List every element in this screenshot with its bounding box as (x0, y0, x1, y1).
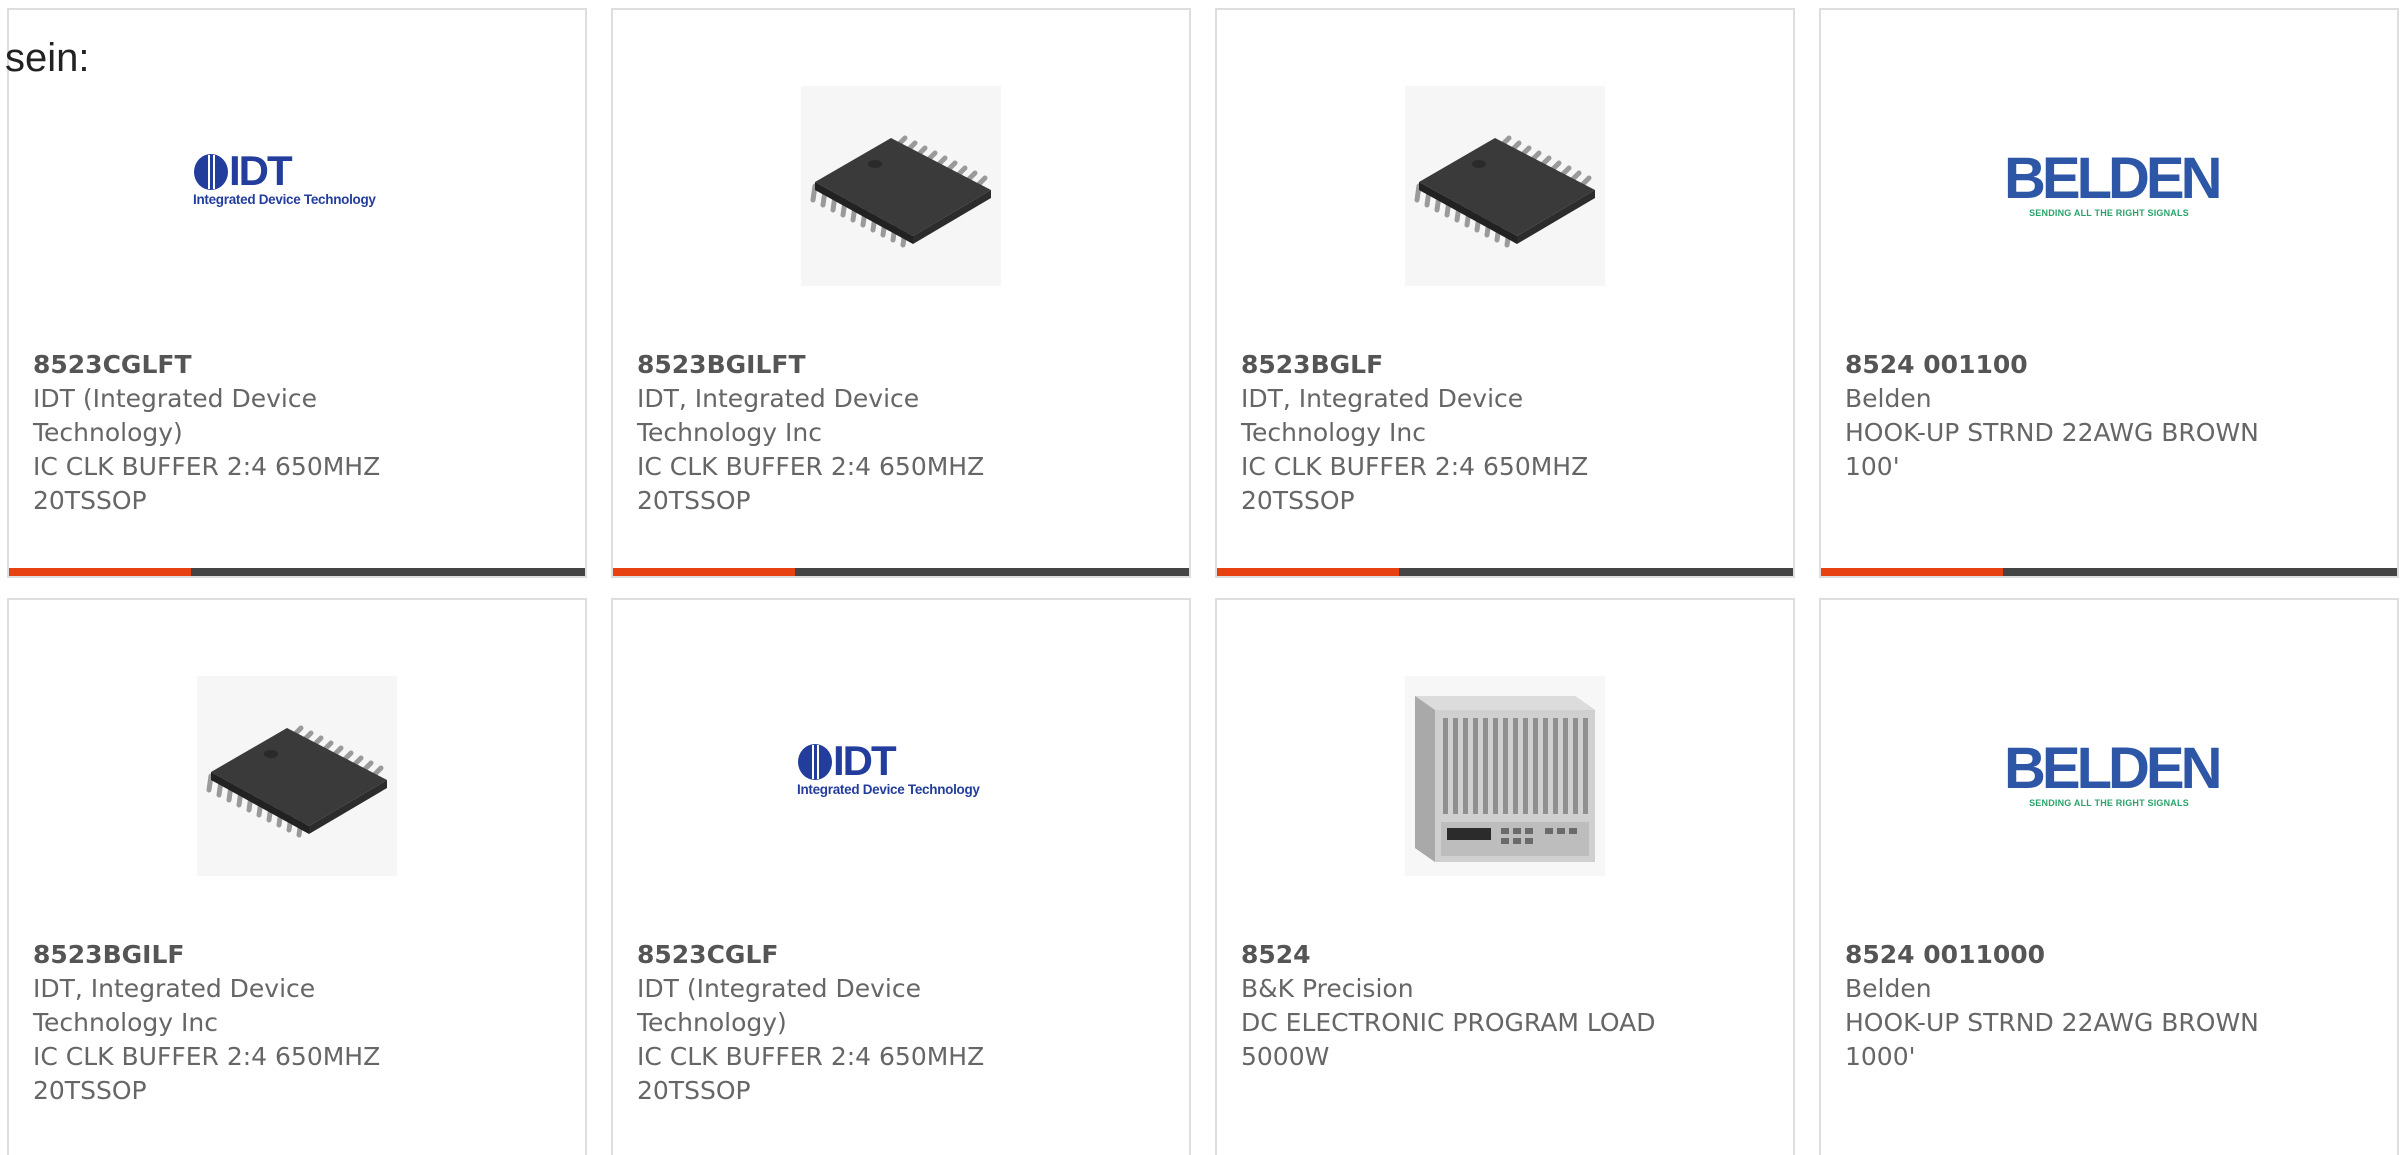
belden-logo: BELDEN SENDING ALL THE RIGHT SIGNALS (2004, 735, 2222, 811)
manufacturer-name: IDT, Integrated Device Technology Inc (1241, 384, 1524, 447)
product-image[interactable] (1217, 668, 1793, 883)
part-number-link[interactable]: 8523BGLF (1241, 348, 1661, 382)
product-grid: IDT Integrated Device Technology 8523CGL… (0, 0, 2400, 1155)
manufacturer-name: IDT, Integrated Device Technology Inc (33, 974, 316, 1037)
part-number-link[interactable]: 8524 (1241, 938, 1661, 972)
part-number-link[interactable]: 8523BGILFT (637, 348, 1057, 382)
idt-logo-word: IDT (833, 736, 897, 784)
part-number-link[interactable]: 8524 001100 (1845, 348, 2265, 382)
manufacturer-name: Belden (1845, 974, 1932, 1003)
heading-fragment: sein: (5, 36, 90, 80)
electronic-load-image (1405, 675, 1605, 876)
card-accent-stripe (9, 568, 191, 576)
product-card[interactable]: BELDEN SENDING ALL THE RIGHT SIGNALS 852… (1819, 598, 2399, 1155)
manufacturer-name: B&K Precision (1241, 974, 1414, 1003)
product-card[interactable]: 8524 B&K Precision DC ELECTRONIC PROGRAM… (1215, 598, 1795, 1155)
card-accent-stripe (1821, 568, 2003, 576)
product-info: 8523CGLFT IDT (Integrated Device Technol… (33, 348, 453, 518)
idt-logo-word: IDT (229, 146, 293, 194)
part-number-link[interactable]: 8523CGLF (637, 938, 1057, 972)
product-info: 8524 0011000 Belden HOOK-UP STRND 22AWG … (1845, 938, 2265, 1074)
belden-logo-word: BELDEN (2004, 735, 2222, 801)
product-image[interactable]: BELDEN SENDING ALL THE RIGHT SIGNALS (1821, 668, 2397, 883)
product-info: 8524 001100 Belden HOOK-UP STRND 22AWG B… (1845, 348, 2265, 484)
product-image[interactable]: IDT Integrated Device Technology (613, 668, 1189, 883)
belden-logo: BELDEN SENDING ALL THE RIGHT SIGNALS (2004, 145, 2222, 221)
card-bottom-bar (9, 568, 585, 576)
product-info: 8523CGLF IDT (Integrated Device Technolo… (637, 938, 1057, 1108)
belden-logo-word: BELDEN (2004, 145, 2222, 211)
idt-logo-tagline: Integrated Device Technology (797, 781, 980, 797)
product-image[interactable]: BELDEN SENDING ALL THE RIGHT SIGNALS (1821, 78, 2397, 293)
idt-logo-mark-icon (798, 743, 832, 780)
part-number-link[interactable]: 8524 0011000 (1845, 938, 2265, 972)
manufacturer-name: Belden (1845, 384, 1932, 413)
product-description: HOOK-UP STRND 22AWG BROWN 1000' (1845, 1008, 2259, 1071)
product-description: IC CLK BUFFER 2:4 650MHZ 20TSSOP (1241, 452, 1589, 515)
product-description: IC CLK BUFFER 2:4 650MHZ 20TSSOP (33, 452, 381, 515)
belden-logo-tagline: SENDING ALL THE RIGHT SIGNALS (2029, 797, 2189, 808)
idt-logo: IDT Integrated Device Technology (795, 737, 1007, 811)
card-bottom-bar (613, 568, 1189, 576)
card-accent-stripe (1217, 568, 1399, 576)
product-description: IC CLK BUFFER 2:4 650MHZ 20TSSOP (637, 1042, 985, 1105)
manufacturer-name: IDT (Integrated Device Technology) (33, 384, 317, 447)
manufacturer-name: IDT (Integrated Device Technology) (637, 974, 921, 1037)
tssop-chip-image (1405, 85, 1605, 286)
product-card[interactable]: 8523BGLF IDT, Integrated Device Technolo… (1215, 8, 1795, 578)
card-bottom-bar (1217, 568, 1793, 576)
product-info: 8523BGILFT IDT, Integrated Device Techno… (637, 348, 1057, 518)
product-info: 8523BGILF IDT, Integrated Device Technol… (33, 938, 453, 1108)
product-card[interactable]: IDT Integrated Device Technology 8523CGL… (611, 598, 1191, 1155)
card-bottom-bar (1821, 568, 2397, 576)
product-description: HOOK-UP STRND 22AWG BROWN 100' (1845, 418, 2259, 481)
belden-logo-tagline: SENDING ALL THE RIGHT SIGNALS (2029, 207, 2189, 218)
product-image[interactable] (9, 668, 585, 883)
product-card[interactable]: 8523BGILF IDT, Integrated Device Technol… (7, 598, 587, 1155)
tssop-chip-image (801, 85, 1001, 286)
part-number-link[interactable]: 8523CGLFT (33, 348, 453, 382)
product-info: 8524 B&K Precision DC ELECTRONIC PROGRAM… (1241, 938, 1661, 1074)
product-image[interactable] (613, 78, 1189, 293)
manufacturer-name: IDT, Integrated Device Technology Inc (637, 384, 920, 447)
product-description: IC CLK BUFFER 2:4 650MHZ 20TSSOP (637, 452, 985, 515)
idt-logo-mark-icon (194, 153, 228, 190)
idt-logo-tagline: Integrated Device Technology (193, 191, 376, 207)
product-image[interactable] (1217, 78, 1793, 293)
card-accent-stripe (613, 568, 795, 576)
product-card[interactable]: IDT Integrated Device Technology 8523CGL… (7, 8, 587, 578)
part-number-link[interactable]: 8523BGILF (33, 938, 453, 972)
product-description: IC CLK BUFFER 2:4 650MHZ 20TSSOP (33, 1042, 381, 1105)
product-info: 8523BGLF IDT, Integrated Device Technolo… (1241, 348, 1661, 518)
idt-logo: IDT Integrated Device Technology (191, 147, 403, 221)
product-card[interactable]: 8523BGILFT IDT, Integrated Device Techno… (611, 8, 1191, 578)
product-image[interactable]: IDT Integrated Device Technology (9, 78, 585, 293)
tssop-chip-image (197, 675, 397, 876)
product-card[interactable]: BELDEN SENDING ALL THE RIGHT SIGNALS 852… (1819, 8, 2399, 578)
product-description: DC ELECTRONIC PROGRAM LOAD 5000W (1241, 1008, 1656, 1071)
